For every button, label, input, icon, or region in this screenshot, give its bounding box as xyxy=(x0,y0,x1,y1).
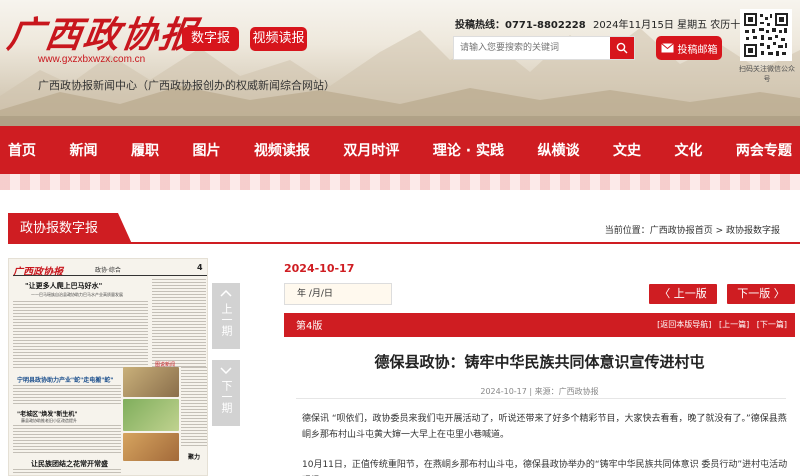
main-nav: 首页 新闻 履职 图片 视频读报 双月时评 理论 · 实践 纵横谈 文史 文化 … xyxy=(0,126,800,174)
prev-issue-label: 上一期 xyxy=(220,303,233,336)
page-links: [返回本版导航] [上一篇] [下一篇] xyxy=(652,319,787,330)
qr-code-icon xyxy=(743,12,789,58)
nav-item-bimonthly[interactable]: 双月时评 xyxy=(343,140,399,160)
search-button[interactable] xyxy=(610,37,634,59)
paper-headline: "让更多人爬上巴马好水" xyxy=(25,282,103,290)
article-meta: 2024-10-17 | 来源：广西政协报 xyxy=(480,387,599,396)
paper-subheadline: 藤县政协助推老旧小区改造提升 xyxy=(21,418,77,423)
paper-photo xyxy=(123,433,179,461)
decorative-pattern-strip xyxy=(0,174,800,190)
paper-text-block xyxy=(13,301,148,369)
paper-divider xyxy=(13,275,207,276)
search-box xyxy=(453,36,635,60)
nav-item-discussion[interactable]: 纵横谈 xyxy=(537,140,579,160)
prev-article-link[interactable]: [上一篇] xyxy=(719,320,749,329)
page-band: 第4版 [返回本版导航] [上一篇] [下一篇] xyxy=(284,313,795,337)
next-article-link[interactable]: [下一篇] xyxy=(757,320,787,329)
nav-item-pictures[interactable]: 图片 xyxy=(192,140,220,160)
nav-item-history[interactable]: 文史 xyxy=(613,140,641,160)
nav-item-duties[interactable]: 履职 xyxy=(131,140,159,160)
article-paragraph: 10月11日，正值传统重阳节，在燕峒乡那布村山斗屯，德保县政协举办的“铸牢中华民… xyxy=(302,460,788,470)
prev-page-button[interactable]: 〈 上一版 xyxy=(649,284,717,304)
paper-side-headline: 聚力 xyxy=(188,454,201,461)
paper-headline: 让民族团结之花常开常盛 xyxy=(31,460,108,468)
video-reading-button[interactable]: 视频读报 xyxy=(250,27,307,51)
site-logo[interactable]: 广西政协报 xyxy=(4,6,201,58)
section-title: 政协报数字报 xyxy=(8,213,132,244)
paper-subheadline: ——巴马瑶族自治县政协助力巴马水产业高质量发展 xyxy=(31,292,123,297)
nav-item-home[interactable]: 首页 xyxy=(8,140,36,160)
article-title: 德保县政协：铸牢中华民族共同体意识宣传进村屯 xyxy=(374,353,705,371)
paper-headline: 宁明县政协助力产业"蛇"走电搬"蛇" xyxy=(17,377,114,384)
qr-label: 扫码关注微信公众号 xyxy=(739,65,795,83)
nav-item-video[interactable]: 视频读报 xyxy=(254,140,310,160)
nav-item-two-sessions[interactable]: 两会专题 xyxy=(736,140,792,160)
page-label: 第4版 xyxy=(296,321,323,332)
paper-section: 政协·综合 xyxy=(95,267,121,274)
paper-photo xyxy=(123,367,179,397)
issue-date: 2024-10-17 xyxy=(284,262,355,275)
article-divider xyxy=(296,398,786,399)
paper-text-block xyxy=(13,425,121,453)
paper-page-number: 4 xyxy=(197,263,203,272)
envelope-icon xyxy=(660,43,674,53)
article-paragraph: 德保讯 “呗依们，政协委员来我们屯开展活动了，听说还带来了好多个精彩节目，大家快… xyxy=(302,414,787,440)
nav-item-news[interactable]: 新闻 xyxy=(69,140,97,160)
nav-item-culture[interactable]: 文化 xyxy=(674,140,702,160)
nav-item-theory[interactable]: 理论 · 实践 xyxy=(433,140,504,160)
chevron-up-icon xyxy=(220,289,232,297)
site-header: 广西政协报 www.gxzxbxwzx.com.cn 数字报 视频读报 广西政协… xyxy=(0,0,800,126)
back-to-nav-link[interactable]: [返回本版导航] xyxy=(657,320,711,329)
search-input[interactable] xyxy=(454,37,612,59)
mail-label: 投稿邮箱 xyxy=(677,44,718,56)
breadcrumb: 当前位置：广西政协报首页 > 政协报数字报 xyxy=(604,226,780,236)
next-issue-button[interactable]: 下一期 xyxy=(212,360,240,426)
section-bar: 政协报数字报 当前位置：广西政协报首页 > 政协报数字报 xyxy=(8,213,800,244)
next-issue-label: 下一期 xyxy=(220,380,233,413)
paper-text-block xyxy=(13,385,121,405)
paper-text-block xyxy=(181,367,207,447)
paper-photo xyxy=(123,399,179,431)
hotline-text: 投稿热线：0771-8802228 xyxy=(455,20,586,31)
next-page-button[interactable]: 下一版 〉 xyxy=(727,284,795,304)
chevron-down-icon xyxy=(220,367,232,375)
wechat-qr-code xyxy=(740,9,792,61)
paper-headline: "老城区"焕发"新生机" xyxy=(17,411,78,418)
search-icon xyxy=(616,42,628,54)
paper-text-block xyxy=(152,279,206,369)
date-picker[interactable]: 年 /月/日 xyxy=(284,283,392,305)
prev-issue-button[interactable]: 上一期 xyxy=(212,283,240,349)
newspaper-page-thumbnail[interactable]: 广西政协报 政协·综合 4 "让更多人爬上巴马好水" ——巴马瑶族自治县政协助力… xyxy=(8,258,208,476)
paper-text-block xyxy=(13,469,121,475)
digital-paper-button[interactable]: 数字报 xyxy=(182,27,239,51)
logo-url: www.gxzxbxwzx.com.cn xyxy=(38,54,146,65)
submission-mail-button[interactable]: 投稿邮箱 xyxy=(656,36,722,60)
site-description: 广西政协报新闻中心（广西政协报创办的权威新闻综合网站） xyxy=(38,79,335,92)
